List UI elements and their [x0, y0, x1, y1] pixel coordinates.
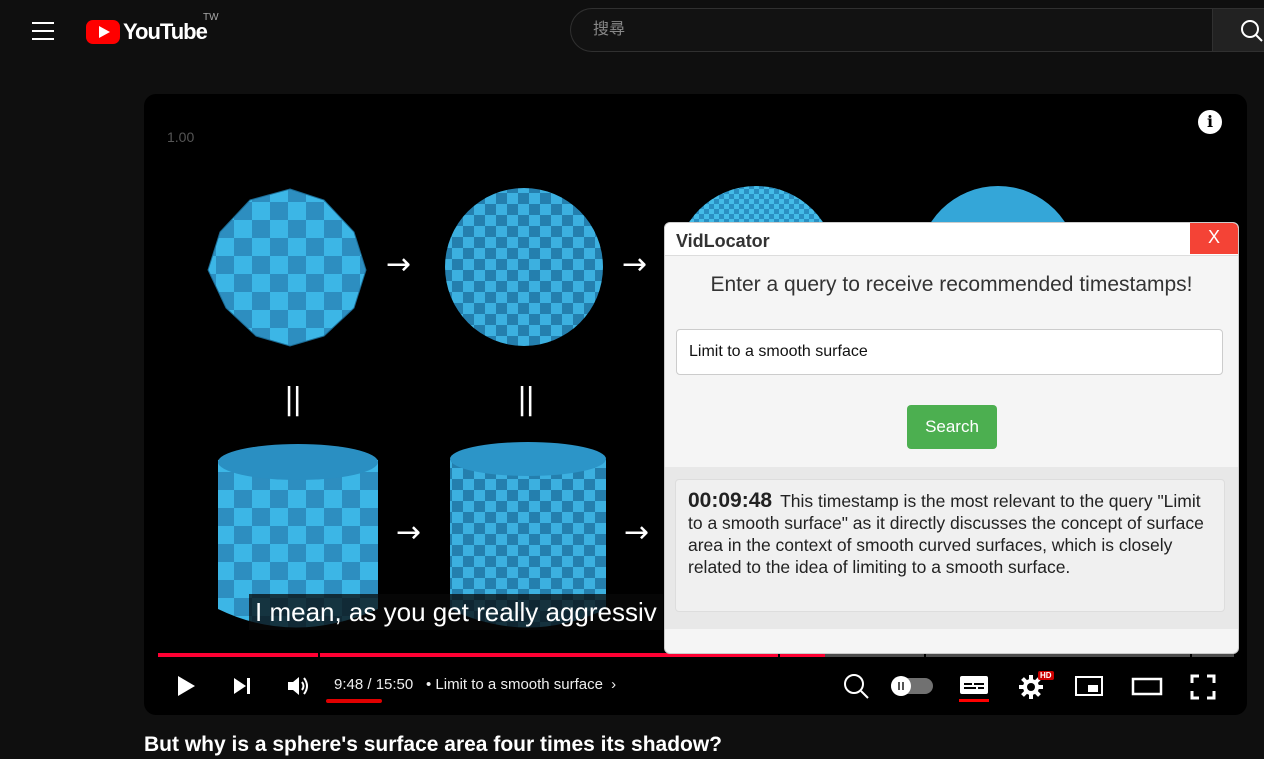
- equals-glyph: ||: [517, 382, 535, 417]
- chevron-right-icon: ›: [611, 676, 617, 693]
- volume-icon: [288, 677, 308, 695]
- time-display: 9:48 / 15:50: [334, 676, 414, 693]
- chapter-title: • Limit to a smooth surface: [426, 676, 603, 693]
- hd-badge: HD: [1038, 671, 1054, 680]
- theater-mode-button[interactable]: [1131, 674, 1163, 703]
- video-title: But why is a sphere's surface area four …: [144, 733, 723, 756]
- vidlocator-header: VidLocator X: [665, 223, 1238, 256]
- youtube-play-icon: [86, 20, 120, 44]
- arrow-glyph: →: [622, 247, 648, 282]
- play-button[interactable]: [174, 674, 198, 703]
- sphere-medium: [445, 188, 603, 346]
- vidlocator-title: VidLocator: [676, 231, 770, 251]
- theater-icon: [1131, 677, 1163, 696]
- search-button[interactable]: Search: [907, 405, 997, 449]
- sphere-coarse: [207, 188, 367, 347]
- youtube-logo[interactable]: YouTube: [86, 18, 208, 46]
- chapter-title-button[interactable]: • Limit to a smooth surface ›: [426, 676, 616, 693]
- next-button[interactable]: [230, 674, 254, 703]
- search-button[interactable]: [1212, 8, 1264, 52]
- search-icon: [1241, 20, 1263, 42]
- captions-active-indicator: [959, 699, 989, 702]
- arrow-glyph: →: [386, 247, 412, 282]
- fullscreen-button[interactable]: [1190, 674, 1216, 705]
- autoplay-toggle-knob: [891, 676, 911, 696]
- vidlocator-panel: VidLocator X Enter a query to receive re…: [664, 222, 1239, 654]
- miniplayer-icon: [1075, 676, 1103, 696]
- next-icon: [234, 678, 250, 694]
- query-input[interactable]: [676, 329, 1223, 375]
- captions-icon: [960, 676, 988, 694]
- vidlocator-prompt: Enter a query to receive recommended tim…: [710, 273, 1193, 296]
- menu-icon[interactable]: [32, 22, 54, 40]
- search-box: [570, 8, 1212, 52]
- result-item[interactable]: 00:09:48 This timestamp is the most relev…: [675, 479, 1225, 612]
- top-bar: YouTube TW: [0, 0, 1264, 64]
- region-label: TW: [203, 12, 219, 23]
- logo-text: YouTube: [123, 19, 208, 44]
- captions-button[interactable]: [959, 673, 989, 702]
- search-in-video-button[interactable]: [842, 672, 870, 705]
- results-area: 00:09:48 This timestamp is the most relev…: [665, 467, 1238, 629]
- equals-glyph: ||: [284, 382, 302, 417]
- result-timestamp[interactable]: 00:09:48: [688, 489, 772, 512]
- fullscreen-icon: [1190, 674, 1216, 700]
- close-button[interactable]: X: [1190, 223, 1238, 254]
- chapter-marker: [318, 653, 320, 657]
- autoplay-toggle[interactable]: [891, 676, 933, 696]
- play-icon: [178, 676, 195, 696]
- volume-button[interactable]: [286, 674, 312, 703]
- search-input[interactable]: [591, 20, 1175, 40]
- time-underline-annotation: [326, 699, 382, 703]
- arrow-glyph: →: [624, 515, 650, 550]
- search-icon: [844, 674, 869, 699]
- caption-text: I mean, as you get really aggressiv: [249, 594, 663, 630]
- pause-icon: [898, 682, 904, 690]
- miniplayer-button[interactable]: [1074, 674, 1104, 703]
- arrow-glyph: →: [396, 515, 422, 550]
